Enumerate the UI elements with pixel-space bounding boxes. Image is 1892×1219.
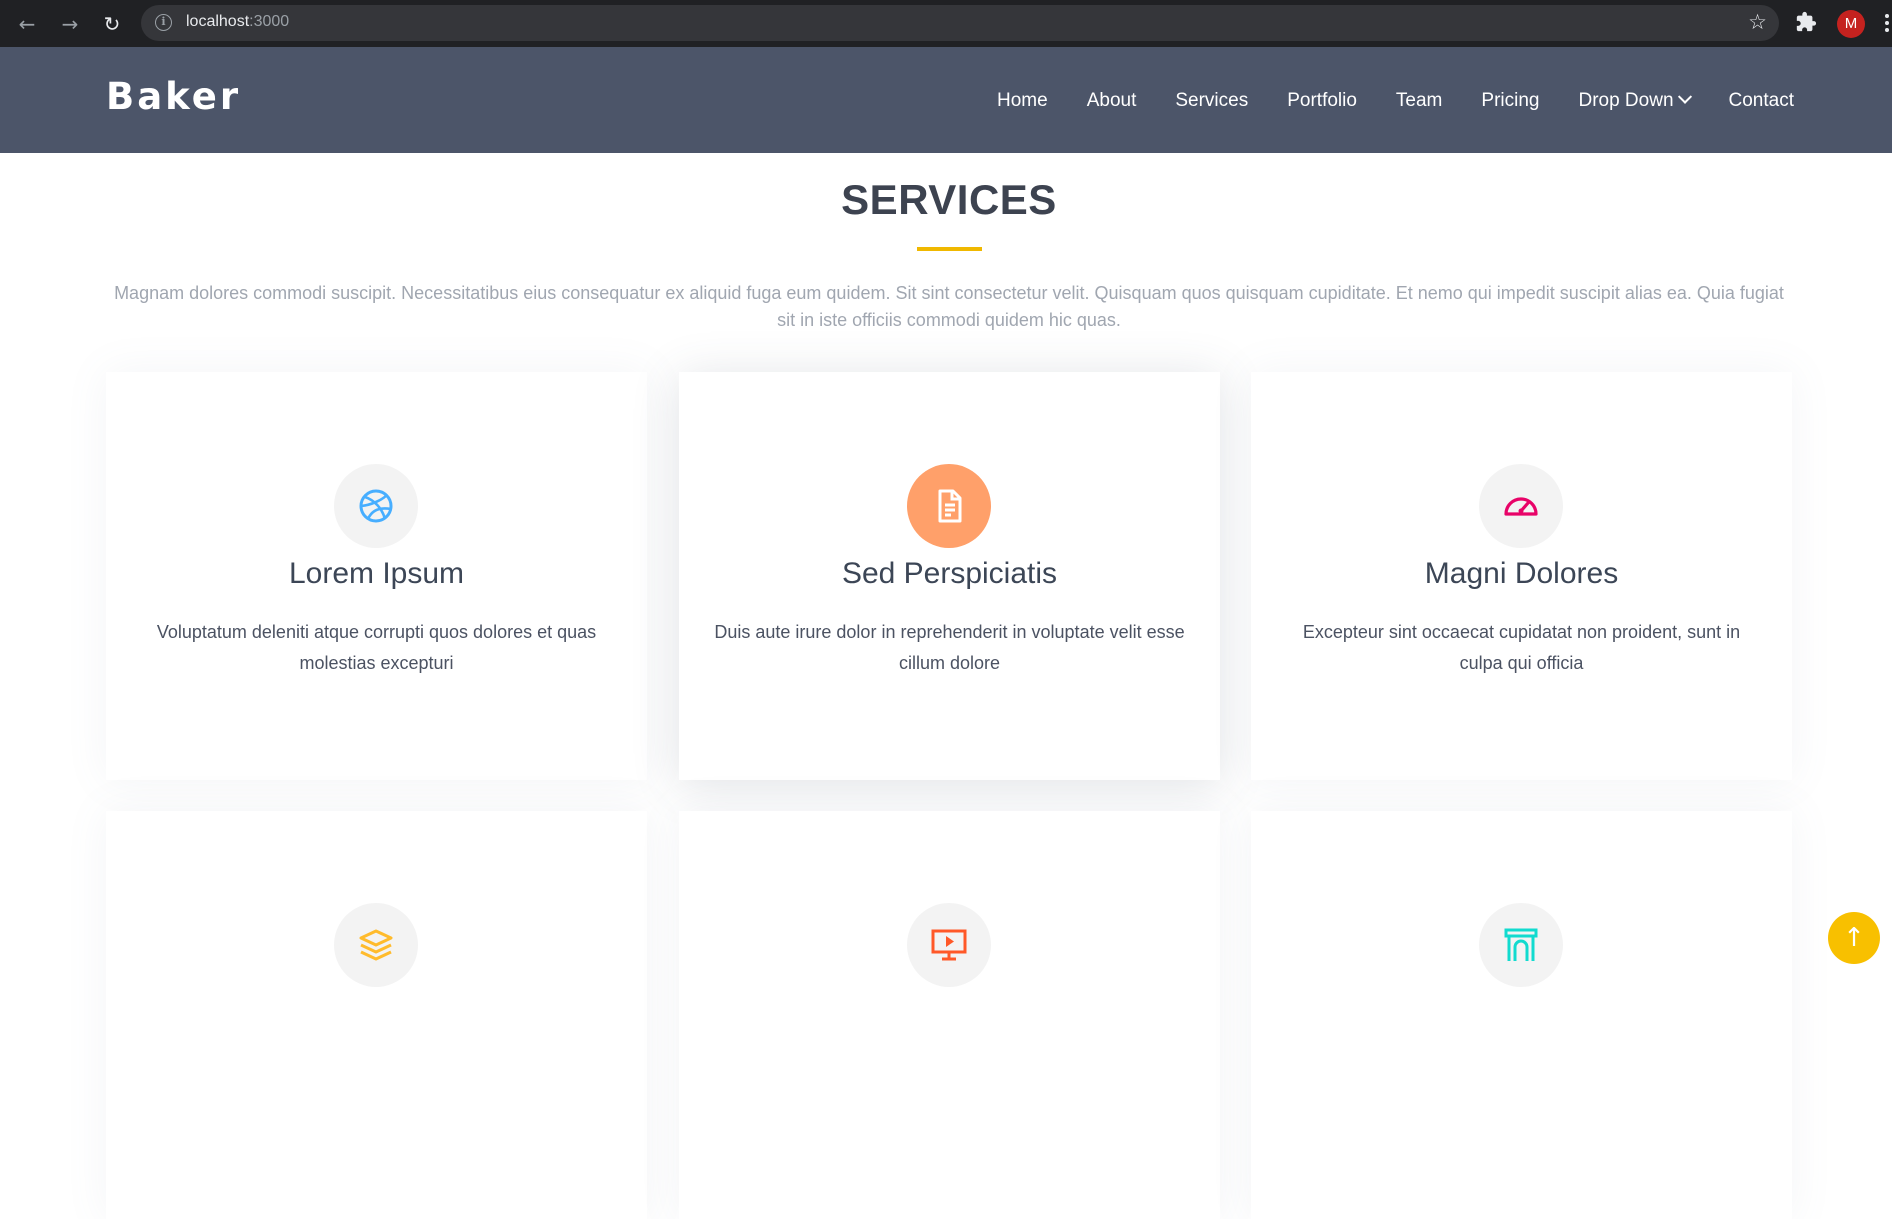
- icon-circle: [907, 464, 991, 548]
- bookmark-star-icon[interactable]: ☆: [1748, 10, 1767, 34]
- layers-icon: [359, 929, 393, 961]
- card-title[interactable]: Sed Perspiciatis: [679, 557, 1220, 591]
- card-description: Excepteur sint occaecat cupidatat non pr…: [1302, 622, 1741, 673]
- browser-toolbar: ← → ↻ i localhost:3000 ☆ M: [0, 0, 1892, 47]
- nav-dropdown-label: Drop Down: [1578, 90, 1674, 111]
- icon-circle: [907, 903, 991, 987]
- icon-circle: [334, 464, 418, 548]
- speedometer-icon: [1504, 497, 1538, 516]
- main-nav: Home About Services Portfolio Team Prici…: [958, 89, 1794, 112]
- icon-circle: [1479, 464, 1563, 548]
- site-logo[interactable]: Baker: [106, 75, 241, 118]
- service-card[interactable]: [1251, 811, 1792, 1219]
- service-card[interactable]: [106, 811, 647, 1219]
- nav-home[interactable]: Home: [997, 90, 1048, 112]
- back-to-top-button[interactable]: ↑: [1828, 912, 1880, 964]
- url-text[interactable]: localhost:3000: [186, 13, 289, 31]
- url-host: localhost: [186, 13, 250, 30]
- nav-about[interactable]: About: [1087, 90, 1137, 112]
- nav-dropdown[interactable]: Drop Down: [1578, 89, 1692, 112]
- nav-portfolio[interactable]: Portfolio: [1287, 90, 1357, 112]
- section-title: SERVICES: [841, 176, 1057, 223]
- service-card[interactable]: Lorem Ipsum Voluptatum deleniti atque co…: [106, 372, 647, 780]
- forward-icon[interactable]: →: [57, 11, 83, 37]
- arrow-up-icon: ↑: [1843, 923, 1865, 953]
- address-bar[interactable]: i localhost:3000 ☆: [141, 5, 1779, 41]
- card-description: Voluptatum deleniti atque corrupti quos …: [156, 622, 597, 673]
- service-card[interactable]: Magni Dolores Excepteur sint occaecat cu…: [1251, 372, 1792, 780]
- nav-services[interactable]: Services: [1175, 90, 1248, 112]
- nav-contact[interactable]: Contact: [1729, 90, 1794, 112]
- arch-icon: [1504, 928, 1538, 961]
- section-description: Magnam dolores commodi suscipit. Necessi…: [114, 283, 1784, 330]
- url-port: :3000: [249, 13, 290, 30]
- service-card-featured[interactable]: Sed Perspiciatis Duis aute irure dolor i…: [679, 372, 1220, 780]
- extensions-puzzle-icon[interactable]: [1795, 11, 1817, 38]
- card-title[interactable]: Magni Dolores: [1251, 557, 1792, 591]
- service-card[interactable]: [679, 811, 1220, 1219]
- card-title[interactable]: Lorem Ipsum: [106, 557, 647, 591]
- nav-pricing[interactable]: Pricing: [1481, 90, 1539, 112]
- back-icon[interactable]: ←: [14, 11, 40, 37]
- file-text-icon: [938, 489, 962, 523]
- site-info-icon[interactable]: i: [155, 14, 172, 31]
- nav-team[interactable]: Team: [1396, 90, 1442, 112]
- browser-menu-icon[interactable]: [1885, 12, 1892, 34]
- site-header: Baker Home About Services Portfolio Team…: [0, 47, 1892, 153]
- chevron-down-icon: [1677, 89, 1692, 104]
- dribbble-icon: [359, 489, 393, 523]
- title-underline: [917, 247, 982, 251]
- card-description: Duis aute irure dolor in reprehenderit i…: [714, 622, 1185, 673]
- profile-avatar[interactable]: M: [1837, 10, 1865, 38]
- icon-circle: [334, 903, 418, 987]
- presentation-icon: [931, 929, 967, 961]
- reload-icon[interactable]: ↻: [99, 11, 125, 37]
- icon-circle: [1479, 903, 1563, 987]
